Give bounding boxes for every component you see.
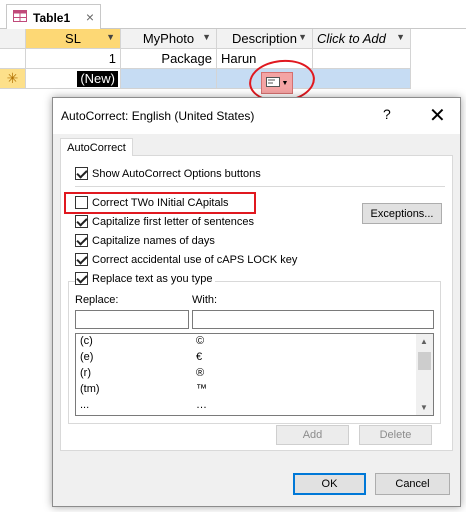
entry-replace: (e) — [80, 351, 94, 363]
entry-with: € — [196, 351, 203, 363]
checkbox-box[interactable] — [75, 167, 88, 180]
autocorrect-entries-list[interactable]: (c) © (e) € (r) ® (tm) ™ ... … ▲ ▼ — [75, 333, 434, 416]
checkbox-label: Capitalize names of days — [92, 234, 215, 247]
document-tab-bar: Table1 × — [0, 0, 466, 30]
dropdown-arrow-icon[interactable]: ▼ — [106, 32, 115, 42]
dropdown-arrow-icon[interactable]: ▼ — [298, 32, 307, 42]
new-record-label: (New) — [77, 71, 118, 87]
checkbox-capitalize-days[interactable]: Capitalize names of days — [75, 234, 215, 247]
table-tab-label: Table1 — [33, 10, 71, 25]
list-item[interactable]: ... … — [76, 398, 415, 414]
cell-myphoto[interactable]: Package — [121, 49, 217, 69]
entry-replace: ... — [80, 399, 90, 411]
column-header-label: Click to Add — [317, 31, 386, 46]
dropdown-arrow-icon[interactable]: ▼ — [396, 32, 405, 42]
list-item[interactable]: (c) © — [76, 334, 415, 350]
table-tab[interactable]: Table1 × — [6, 4, 101, 30]
list-item[interactable]: (e) € — [76, 350, 415, 366]
entry-with: ™ — [196, 383, 207, 395]
cell-sl[interactable]: 1 — [26, 49, 121, 69]
entry-with: … — [196, 399, 207, 411]
close-icon[interactable]: ✕ — [429, 103, 446, 128]
column-header-click-to-add[interactable]: Click to Add ▼ — [313, 29, 411, 49]
dialog-title: AutoCorrect: English (United States) — [61, 109, 255, 123]
ok-button[interactable]: OK — [293, 473, 366, 495]
dropdown-arrow-icon[interactable]: ▼ — [202, 32, 211, 42]
cell-empty[interactable] — [313, 49, 411, 69]
scroll-up-icon[interactable]: ▲ — [420, 337, 428, 346]
column-header-sl[interactable]: SL ▼ — [26, 29, 121, 49]
checkbox-capitalize-first-letter[interactable]: Capitalize first letter of sentences — [75, 215, 254, 228]
select-all-corner[interactable] — [0, 29, 26, 49]
autocorrect-dialog: AutoCorrect: English (United States) ? ✕… — [52, 97, 461, 507]
checkbox-box[interactable] — [75, 234, 88, 247]
replace-label: Replace: — [75, 294, 119, 306]
column-header-myphoto[interactable]: MyPhoto ▼ — [121, 29, 217, 49]
new-record-icon[interactable]: ✳ — [0, 69, 26, 89]
header-row: SL ▼ MyPhoto ▼ Description ▼ Click to Ad… — [0, 29, 411, 49]
entry-replace: (r) — [80, 367, 91, 379]
cell-add-new[interactable] — [313, 69, 411, 89]
checkbox-box[interactable] — [75, 215, 88, 228]
exceptions-button[interactable]: Exceptions... — [362, 203, 442, 224]
checkbox-box[interactable] — [75, 253, 88, 266]
delete-button[interactable]: Delete — [359, 425, 432, 445]
with-input[interactable] — [192, 310, 434, 329]
list-item[interactable]: (r) ® — [76, 366, 415, 382]
column-header-label: Description — [231, 31, 298, 46]
replace-input[interactable] — [75, 310, 189, 329]
column-header-label: SL — [65, 31, 81, 46]
checkbox-label: Capitalize first letter of sentences — [92, 215, 255, 228]
checkbox-replace-text[interactable]: Replace text as you type — [75, 272, 216, 285]
checkbox-box[interactable] — [75, 272, 88, 285]
row-selector[interactable] — [0, 49, 26, 69]
tab-autocorrect[interactable]: AutoCorrect — [60, 138, 133, 156]
with-label: With: — [192, 294, 218, 306]
entry-with: ® — [196, 367, 205, 379]
new-record-row[interactable]: ✳ (New) — [0, 69, 411, 89]
column-header-description[interactable]: Description ▼ — [217, 29, 313, 49]
help-icon[interactable]: ? — [383, 106, 391, 122]
checkbox-label: Correct accidental use of cAPS LOCK key — [92, 253, 298, 266]
checkbox-show-autocorrect-options[interactable]: Show AutoCorrect Options buttons — [75, 167, 261, 180]
column-header-label: MyPhoto — [142, 31, 195, 46]
entry-replace: (c) — [80, 335, 93, 347]
table-icon — [13, 10, 27, 25]
entry-with: © — [196, 335, 205, 347]
list-item[interactable]: (tm) ™ — [76, 382, 415, 398]
checkbox-label: Replace text as you type — [92, 272, 213, 285]
close-tab-icon[interactable]: × — [86, 9, 94, 25]
divider — [75, 186, 445, 187]
scrollbar-thumb[interactable] — [418, 352, 431, 370]
list-scrollbar[interactable]: ▲ ▼ — [416, 334, 433, 415]
add-button[interactable]: Add — [276, 425, 349, 445]
annotation-highlight-box — [64, 192, 256, 214]
cell-myphoto-new[interactable] — [121, 69, 217, 89]
scroll-down-icon[interactable]: ▼ — [420, 403, 428, 412]
checkbox-label: Show AutoCorrect Options buttons — [92, 167, 261, 180]
checkbox-caps-lock[interactable]: Correct accidental use of cAPS LOCK key — [75, 253, 297, 266]
entry-replace: (tm) — [80, 383, 100, 395]
table-row[interactable]: 1 Package Harun — [0, 49, 411, 69]
cancel-button[interactable]: Cancel — [375, 473, 450, 495]
dialog-titlebar: AutoCorrect: English (United States) ? ✕ — [53, 98, 460, 134]
cell-sl-new[interactable]: (New) — [26, 69, 121, 89]
